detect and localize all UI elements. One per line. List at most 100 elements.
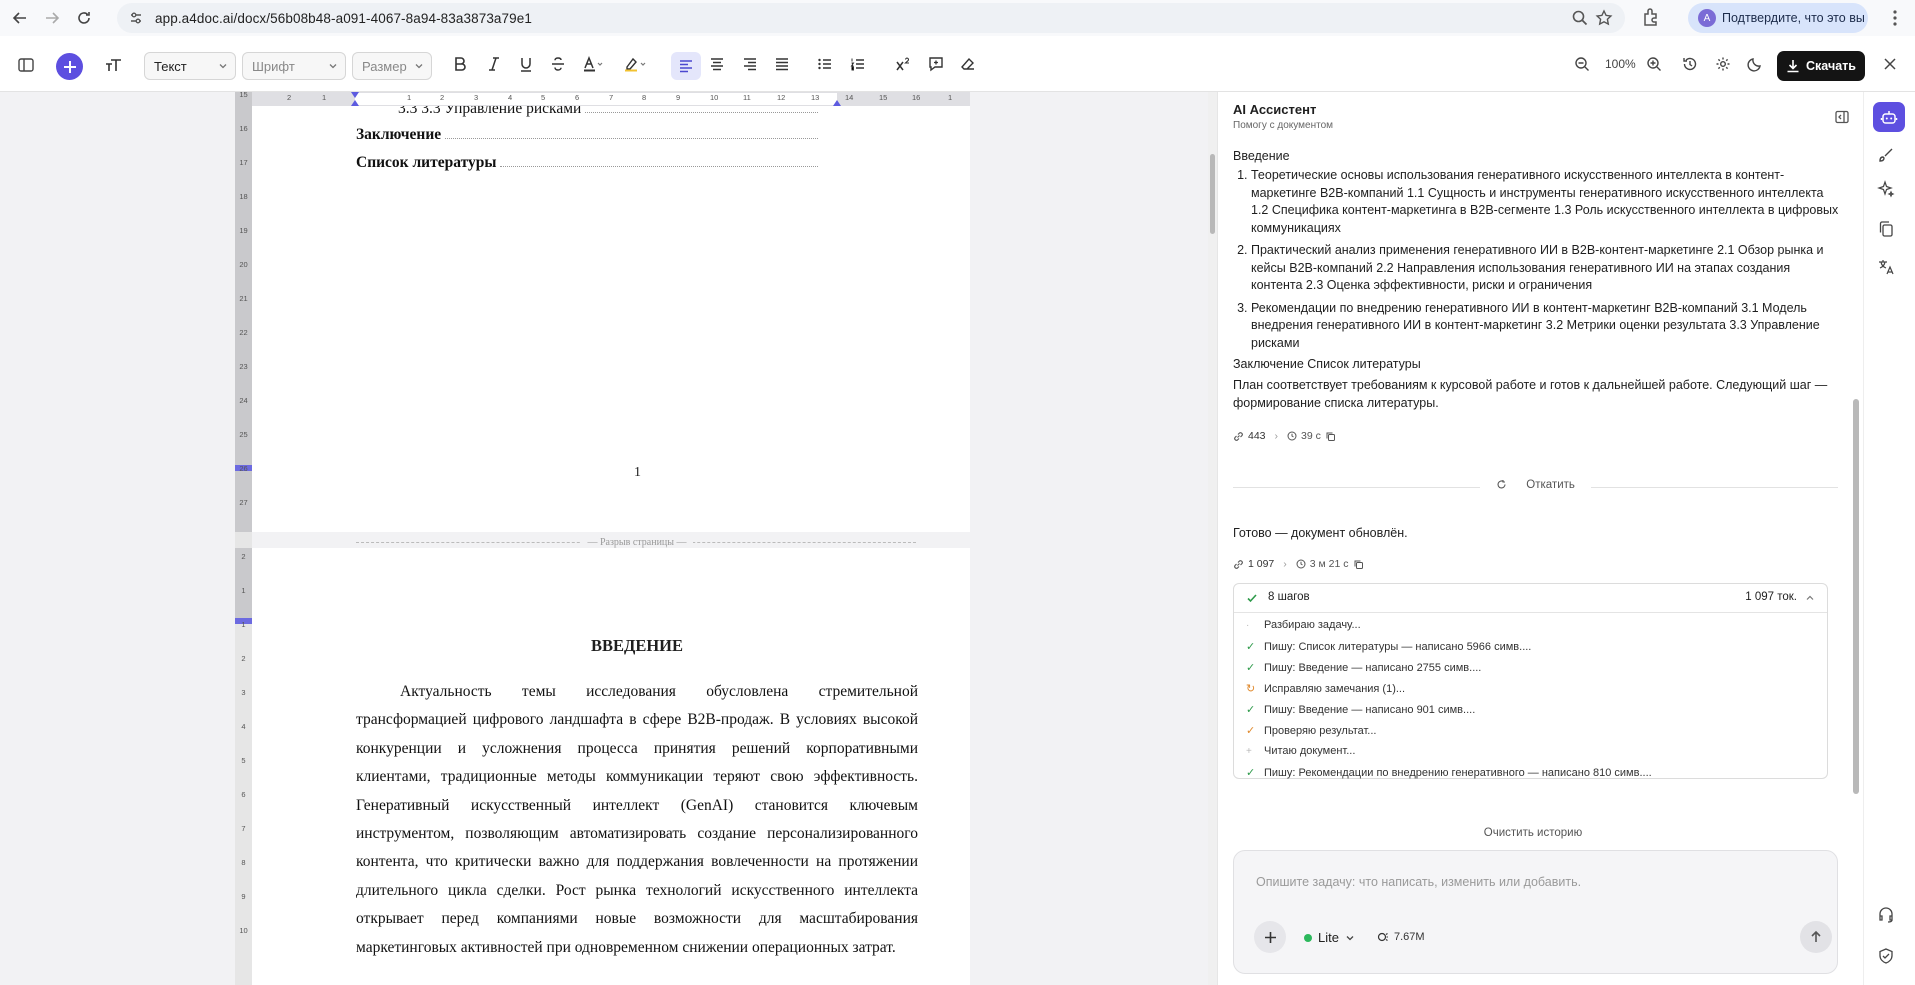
superscript-icon[interactable] xyxy=(895,56,911,72)
model-select[interactable]: Lite xyxy=(1304,930,1355,945)
sparkle-icon[interactable] xyxy=(1877,180,1895,198)
brush-icon[interactable] xyxy=(1877,146,1895,164)
avatar: A xyxy=(1698,9,1716,27)
clear-format-icon[interactable] xyxy=(959,55,977,73)
toc-entry[interactable]: Список литературы xyxy=(356,154,818,172)
steps-header[interactable]: 8 шагов 1 097 ток. xyxy=(1234,584,1827,613)
retry-icon: ↻ xyxy=(1246,683,1256,695)
panel-scrollbar[interactable] xyxy=(1851,144,1861,984)
bookmark-star-icon[interactable] xyxy=(1595,9,1613,27)
bold-icon[interactable] xyxy=(452,56,468,72)
align-right-icon[interactable] xyxy=(742,56,758,72)
strikethrough-icon[interactable] xyxy=(550,56,566,72)
page-1[interactable]: 3.3 3.3 Управление рисками Заключение Сп… xyxy=(252,92,970,532)
step-text: Пишу: Введение — написано 2755 симв.... xyxy=(1264,661,1482,674)
ruler-tick-label: 10 xyxy=(710,93,719,102)
message-tokens: 1 097 xyxy=(1248,558,1275,570)
zoom-out-icon[interactable] xyxy=(1574,56,1590,72)
zoom-level: 100% xyxy=(1605,57,1636,71)
verify-identity-button[interactable]: A Подтвердите, что это вы xyxy=(1688,3,1868,33)
size-select-value: Размер xyxy=(362,58,407,74)
shield-check-icon[interactable] xyxy=(1877,947,1895,965)
step-text: Читаю документ... xyxy=(1264,745,1356,757)
scrollbar-thumb[interactable] xyxy=(1210,154,1215,234)
ruler-tick-label: 26 xyxy=(239,464,248,473)
style-select[interactable]: Текст xyxy=(144,52,236,80)
bullet-list-icon[interactable] xyxy=(817,56,833,72)
forward-icon[interactable] xyxy=(40,6,64,30)
model-status-dot xyxy=(1304,933,1312,942)
revert-button[interactable]: Откатить xyxy=(1233,479,1838,495)
page-break-label: — Разрыв страницы — xyxy=(581,537,693,548)
step-item: ✓ Пишу: Рекомендации по внедрению генерат… xyxy=(1246,766,1652,780)
check-orange-icon: ✓ xyxy=(1246,725,1256,737)
ruler-tick-label: 17 xyxy=(239,158,248,167)
pending-dot-icon: · xyxy=(1246,619,1250,631)
steps-tokens: 1 097 ток. xyxy=(1745,591,1797,603)
editor-scrollbar[interactable] xyxy=(1208,92,1217,985)
settings-gear-icon[interactable] xyxy=(1715,56,1731,72)
ruler-tick-label: 8 xyxy=(241,858,246,867)
left-indent-marker[interactable] xyxy=(351,92,359,98)
clear-history-button[interactable]: Очистить историю xyxy=(1218,827,1848,839)
copy-icon[interactable] xyxy=(1325,431,1336,442)
download-button[interactable]: Скачать xyxy=(1777,51,1865,81)
ruler-tick-label: 1 xyxy=(322,93,327,102)
dark-mode-moon-icon[interactable] xyxy=(1747,56,1763,72)
back-icon[interactable] xyxy=(8,6,32,30)
text-color-icon[interactable] xyxy=(582,56,604,72)
extensions-icon[interactable] xyxy=(1640,6,1662,28)
first-line-indent-marker[interactable] xyxy=(351,100,359,106)
support-headset-icon[interactable] xyxy=(1877,906,1895,924)
comment-icon[interactable] xyxy=(927,55,945,73)
right-indent-marker[interactable] xyxy=(833,100,841,106)
ruler-tick-label: 9 xyxy=(676,93,681,102)
tokens-icon xyxy=(1233,431,1244,442)
chevron-right-icon[interactable]: › xyxy=(1283,558,1287,570)
more-vert-icon[interactable] xyxy=(1885,8,1905,28)
size-select[interactable]: Размер xyxy=(352,52,432,80)
zoom-in-icon[interactable] xyxy=(1646,56,1662,72)
document-editor[interactable]: 15 16 17 18 19 20 21 22 23 24 25 26 27 2 1 1 2 3 4 5 6 7 8 9 10… xyxy=(0,92,1217,985)
collapse-panel-icon[interactable] xyxy=(1834,109,1850,125)
copy-pages-icon[interactable] xyxy=(1877,220,1895,238)
prompt-input[interactable]: Опишите задачу: что написать, изменить и… xyxy=(1256,875,1581,889)
toc-entry[interactable]: Заключение xyxy=(356,126,818,144)
plan-item: Теоретические основы использования генер… xyxy=(1251,167,1843,237)
font-select[interactable]: Шрифт xyxy=(242,52,346,80)
underline-icon[interactable] xyxy=(518,56,534,72)
reload-icon[interactable] xyxy=(72,6,96,30)
download-label: Скачать xyxy=(1806,59,1856,73)
zoom-icon[interactable] xyxy=(1571,9,1589,27)
ruler-tick-label: 16 xyxy=(912,93,921,102)
send-button[interactable] xyxy=(1800,921,1832,953)
chevron-down-icon xyxy=(328,61,338,71)
history-icon[interactable] xyxy=(1682,56,1698,72)
toc-entry-label: Заключение xyxy=(356,126,442,143)
align-justify-icon[interactable] xyxy=(774,56,790,72)
align-left-icon[interactable] xyxy=(671,52,701,80)
ai-bot-icon[interactable] xyxy=(1873,102,1905,132)
attach-plus-button[interactable] xyxy=(1254,921,1286,953)
sidebar-toggle-icon[interactable] xyxy=(17,56,35,74)
address-bar[interactable]: app.a4doc.ai/docx/56b08b48-a091-4067-8a9… xyxy=(117,3,1625,33)
scrollbar-thumb[interactable] xyxy=(1853,399,1859,794)
coin-icon xyxy=(1377,931,1389,943)
text-size-icon[interactable] xyxy=(104,55,124,75)
ruler-tick-label: 6 xyxy=(241,790,246,799)
highlight-icon[interactable] xyxy=(624,56,648,72)
align-center-icon[interactable] xyxy=(709,56,725,72)
numbered-list-icon[interactable] xyxy=(850,56,866,72)
site-settings-icon[interactable] xyxy=(125,7,147,29)
translate-icon[interactable] xyxy=(1877,258,1895,276)
plan-intro-line: Введение xyxy=(1233,149,1290,163)
message-time: 3 м 21 с xyxy=(1309,558,1349,570)
italic-icon[interactable] xyxy=(486,56,502,72)
chevron-right-icon[interactable]: › xyxy=(1275,430,1279,442)
chevron-up-icon[interactable] xyxy=(1805,593,1815,603)
ruler-tick-label: 27 xyxy=(239,498,248,507)
close-icon[interactable] xyxy=(1882,56,1898,72)
add-button[interactable] xyxy=(56,53,83,80)
copy-icon[interactable] xyxy=(1353,559,1364,570)
intro-paragraph[interactable]: Актуальность темы исследования обусловле… xyxy=(356,678,918,962)
